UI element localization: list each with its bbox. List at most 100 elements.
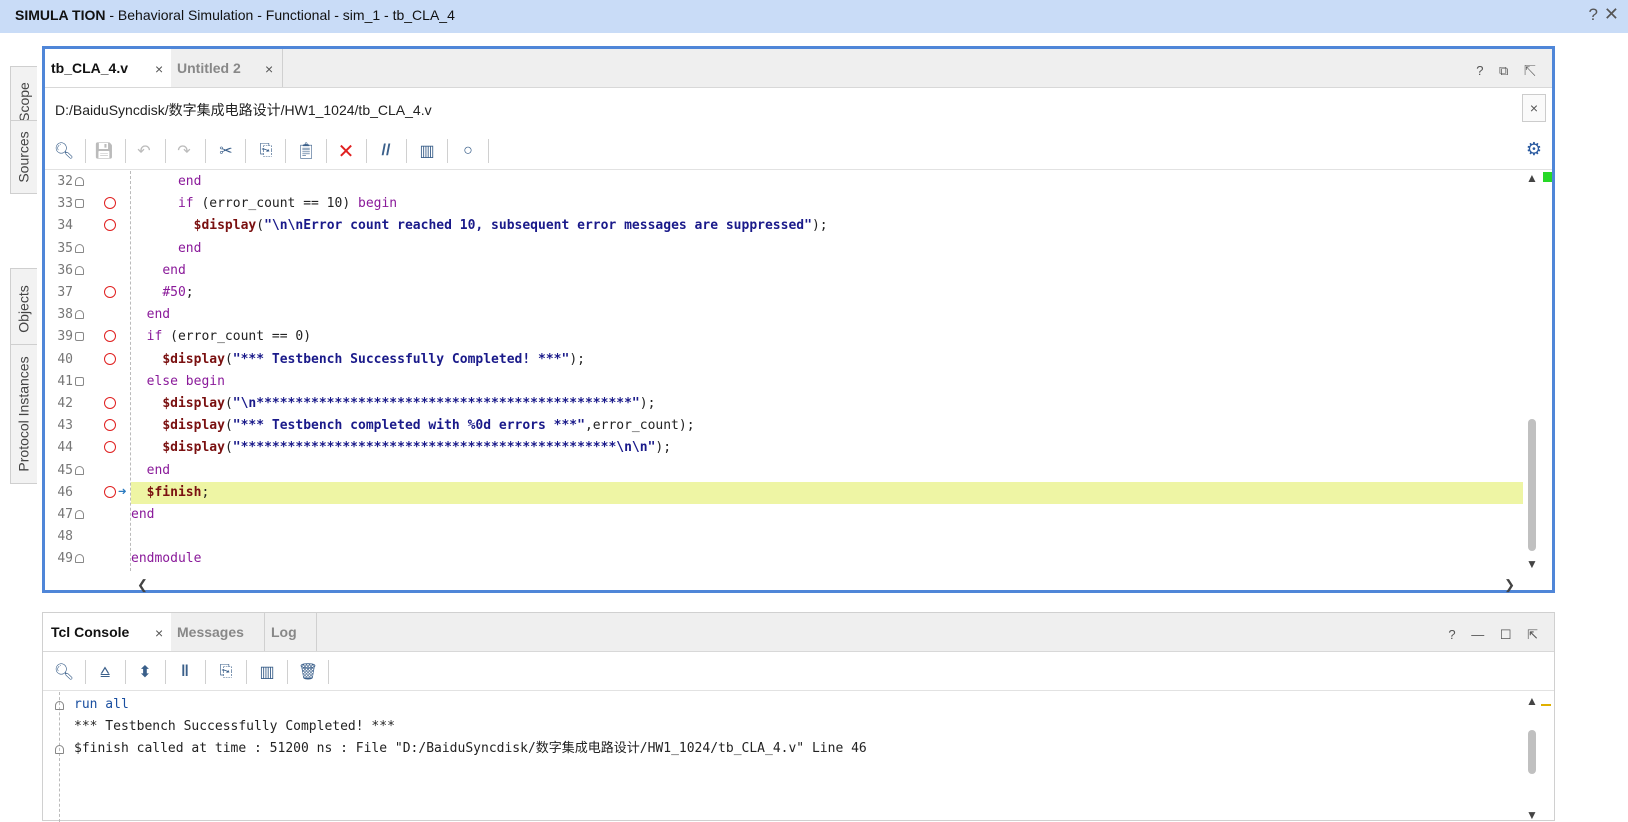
code-line[interactable]: 47 end	[45, 504, 1523, 526]
line-number: 40	[57, 351, 73, 367]
code-line[interactable]: 44 $display("***************************…	[45, 437, 1523, 459]
code-line[interactable]: 40 $display("*** Testbench Successfully …	[45, 349, 1523, 371]
code-line[interactable]: 43 $display("*** Testbench completed wit…	[45, 415, 1523, 437]
search-icon[interactable]: 🔍︎	[53, 661, 75, 683]
breakpoint-icon[interactable]	[104, 485, 116, 498]
fold-toggle-icon[interactable]	[75, 199, 84, 209]
scroll-down-icon[interactable]: ▼	[1526, 808, 1538, 822]
tab-close-icon[interactable]: ×	[155, 625, 163, 641]
console-output[interactable]: run all *** Testbench Successfully Comple…	[43, 692, 1523, 822]
tab-label: tb_CLA_4.v	[51, 60, 129, 76]
tab-close-icon[interactable]: ×	[265, 61, 273, 77]
fold-toggle-icon[interactable]	[75, 332, 84, 342]
side-tab-objects[interactable]: Objects	[10, 268, 37, 350]
code-line[interactable]: 35 end	[45, 238, 1523, 260]
close-icon[interactable]: ✕	[1604, 4, 1619, 25]
copy-icon[interactable]: ⎘	[215, 661, 237, 683]
code-line[interactable]: 46 ➜ $finish;	[45, 481, 1523, 504]
tcl-console-panel: Tcl Console × Messages Log ? — ☐ ⇱ 🔍︎ ⩠ …	[42, 612, 1555, 822]
code-line[interactable]: 45 end	[45, 460, 1523, 482]
copy-icon[interactable]: ⎘	[255, 140, 277, 162]
code-text: $display("*** Testbench Successfully Com…	[162, 351, 585, 367]
panel-window-icons[interactable]: ? — ☐ ⇱	[1448, 627, 1544, 643]
delete-icon[interactable]: ✕	[335, 140, 357, 163]
tab-messages[interactable]: Messages	[171, 613, 265, 651]
cut-icon[interactable]: ✂	[215, 140, 237, 162]
code-line[interactable]: 33 if (error_count == 10) begin	[45, 193, 1523, 215]
line-number: 35	[57, 240, 73, 256]
scroll-thumb[interactable]	[1528, 419, 1536, 551]
editor-toolbar: 🔍︎ 💾︎ ↶ ↷ ✂ ⎘ 📋︎ ✕ // ▥ ○ ⚙	[45, 131, 1552, 170]
scroll-left-icon[interactable]: ❮	[137, 577, 148, 593]
tab-tcl-console[interactable]: Tcl Console ×	[43, 613, 171, 651]
console-output-line: *** Testbench Successfully Completed! **…	[74, 719, 395, 734]
current-line-arrow-icon: ➜	[118, 483, 127, 500]
fold-toggle-icon[interactable]	[75, 376, 84, 386]
console-toolbar: 🔍︎ ⩠ ⬍ ‖ ⎘ ▥ 🗑︎	[43, 654, 1554, 691]
search-icon[interactable]: 🔍︎	[53, 140, 75, 162]
code-area[interactable]: 32 end 33 if (error_count == 10) begin 34 …	[45, 171, 1523, 571]
scroll-right-icon[interactable]: ❯	[1504, 577, 1515, 593]
breakpoint-icon[interactable]	[104, 330, 116, 343]
tab-log[interactable]: Log	[265, 613, 317, 651]
gear-icon[interactable]: ⚙	[1526, 139, 1542, 160]
columns-icon[interactable]: ▥	[256, 661, 278, 683]
side-tab-sources[interactable]: Sources	[10, 120, 37, 194]
expand-all-icon[interactable]: ⬍	[134, 661, 156, 683]
tab-tb-cla-4[interactable]: tb_CLA_4.v ×	[45, 49, 171, 87]
redo-icon[interactable]: ↷	[173, 140, 195, 162]
collapse-all-icon[interactable]: ⩠	[94, 661, 116, 683]
code-text: end	[131, 507, 155, 522]
code-line[interactable]: 38 end	[45, 304, 1523, 326]
tab-untitled-2[interactable]: Untitled 2 ×	[171, 49, 283, 87]
comment-icon[interactable]: //	[375, 140, 397, 162]
tab-label: Log	[271, 624, 297, 640]
horizontal-scrollbar[interactable]: ❮ ❯	[131, 577, 1523, 593]
bulb-icon[interactable]: ○	[457, 140, 479, 162]
code-text: endmodule	[131, 551, 202, 567]
code-line[interactable]: 49 endmodule	[45, 548, 1523, 570]
scroll-down-icon[interactable]: ▼	[1526, 557, 1538, 571]
code-line[interactable]: 32 end	[45, 171, 1523, 193]
code-line[interactable]: 36 end	[45, 260, 1523, 282]
trash-icon[interactable]: 🗑︎	[297, 661, 319, 683]
undo-icon[interactable]: ↶	[133, 140, 155, 162]
console-vertical-scrollbar[interactable]: ▲ ▼	[1525, 692, 1539, 822]
scroll-up-icon[interactable]: ▲	[1526, 694, 1538, 708]
breakpoint-icon[interactable]	[104, 419, 116, 432]
pause-icon[interactable]: ‖	[174, 661, 196, 683]
code-line[interactable]: 37 #50;	[45, 282, 1523, 304]
help-icon[interactable]: ?	[1589, 5, 1598, 25]
code-line[interactable]: 34 $display("\n\nError count reached 10,…	[45, 215, 1523, 237]
code-text: end	[146, 462, 171, 478]
code-text: $display("\n****************************…	[162, 396, 656, 411]
panel-window-icons[interactable]: ? ⧉ ⇱	[1476, 63, 1542, 79]
save-icon[interactable]: 💾︎	[93, 140, 115, 162]
line-number: 43	[57, 418, 73, 434]
columns-icon[interactable]: ▥	[416, 140, 438, 162]
scroll-thumb[interactable]	[1528, 730, 1536, 774]
console-tab-strip: Tcl Console × Messages Log ? — ☐ ⇱	[43, 613, 1554, 652]
tab-close-icon[interactable]: ×	[155, 61, 163, 77]
code-line[interactable]: 42 $display("\n*************************…	[45, 393, 1523, 415]
side-tab-protocol-instances[interactable]: Protocol Instances	[10, 344, 37, 484]
scroll-up-icon[interactable]: ▲	[1526, 171, 1538, 185]
code-line[interactable]: 48	[45, 526, 1523, 548]
breakpoint-icon[interactable]	[104, 219, 116, 232]
breakpoint-icon[interactable]	[104, 352, 116, 365]
code-text: if (error_count == 0)	[146, 329, 312, 345]
code-line[interactable]: 39 if (error_count == 0)	[45, 326, 1523, 348]
vertical-scrollbar[interactable]: ▲ ▼	[1525, 171, 1539, 571]
fold-toggle-icon[interactable]	[55, 701, 64, 710]
path-close-button[interactable]: ×	[1522, 94, 1546, 122]
status-marker	[1543, 172, 1552, 182]
console-output-line: $finish called at time : 51200 ns : File…	[74, 741, 867, 756]
fold-toggle-icon[interactable]	[55, 745, 64, 754]
breakpoint-icon[interactable]	[104, 441, 116, 454]
breakpoint-icon[interactable]	[104, 397, 116, 409]
paste-icon[interactable]: 📋︎	[295, 140, 317, 162]
code-line[interactable]: 41 else begin	[45, 371, 1523, 393]
code-text: end	[146, 307, 171, 323]
breakpoint-icon[interactable]	[104, 197, 116, 210]
breakpoint-icon[interactable]	[104, 286, 116, 298]
